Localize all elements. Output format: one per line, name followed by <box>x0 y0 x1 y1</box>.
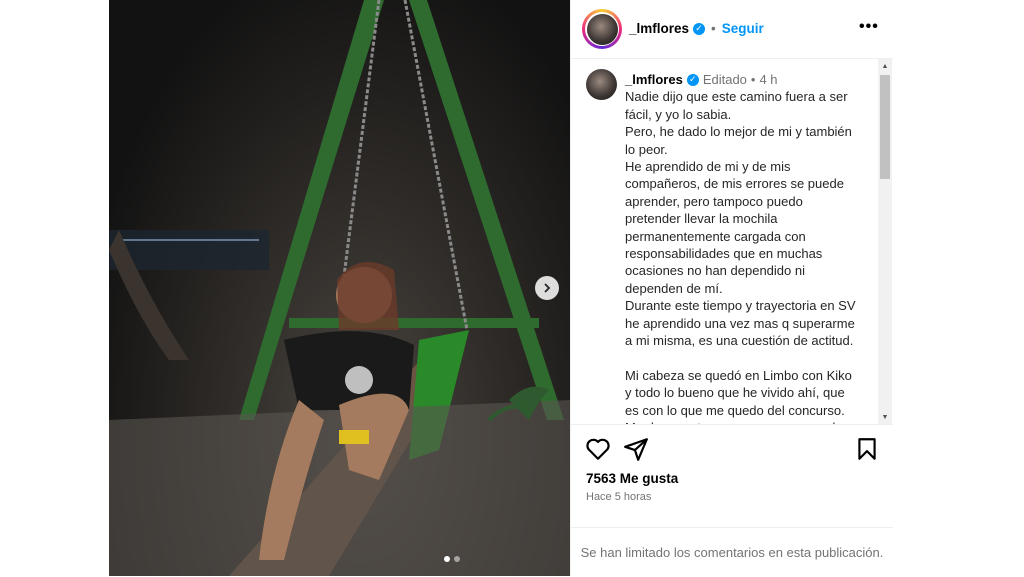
header-username[interactable]: _lmflores <box>629 21 689 36</box>
scrollbar-thumb[interactable] <box>880 75 890 179</box>
next-photo-button[interactable] <box>535 276 559 300</box>
send-icon[interactable] <box>623 436 649 462</box>
verified-badge-icon: ✓ <box>686 73 699 86</box>
comments-limited-notice: Se han limitado los comentarios en esta … <box>571 527 893 577</box>
post-timestamp[interactable]: Hace 5 horas <box>586 491 651 503</box>
likes-count[interactable]: 7563 Me gusta <box>586 471 678 486</box>
chevron-right-icon <box>544 283 551 293</box>
carousel-dot <box>444 556 450 562</box>
verified-badge-icon: ✓ <box>693 22 706 35</box>
scroll-up-icon[interactable]: ▲ <box>878 59 892 73</box>
comments-scrollbar[interactable]: ▲ ▼ <box>878 59 892 424</box>
separator: • <box>711 21 716 36</box>
caption-time: 4 h <box>759 72 778 87</box>
more-options-button[interactable]: ••• <box>859 18 879 36</box>
carousel-dot <box>454 556 460 562</box>
avatar[interactable] <box>582 9 622 49</box>
header-user-row: _lmflores ✓ • Seguir <box>629 21 764 36</box>
edited-label: Editado <box>702 72 747 87</box>
bookmark-icon[interactable] <box>854 436 880 462</box>
caption-text: Nadie dijo que este camino fuera a ser f… <box>625 89 856 424</box>
heart-icon[interactable] <box>585 436 611 462</box>
caption-avatar[interactable] <box>586 69 617 100</box>
post-photo[interactable] <box>109 0 570 576</box>
scroll-down-icon[interactable]: ▼ <box>878 410 892 424</box>
photo-scene <box>109 0 570 576</box>
separator: • <box>750 72 756 87</box>
caption-username[interactable]: _lmflores <box>625 71 683 88</box>
post-header: _lmflores ✓ • Seguir ••• <box>571 0 893 59</box>
follow-button[interactable]: Seguir <box>722 21 764 36</box>
post-panel: _lmflores ✓ • Seguir ••• _lmflores ✓ Edi… <box>570 0 893 576</box>
caption: _lmflores ✓ Editado • 4 h Nadie dijo que… <box>625 71 875 424</box>
carousel-dots <box>444 556 460 562</box>
action-bar <box>571 436 893 464</box>
comments-area[interactable]: _lmflores ✓ Editado • 4 h Nadie dijo que… <box>571 59 893 425</box>
